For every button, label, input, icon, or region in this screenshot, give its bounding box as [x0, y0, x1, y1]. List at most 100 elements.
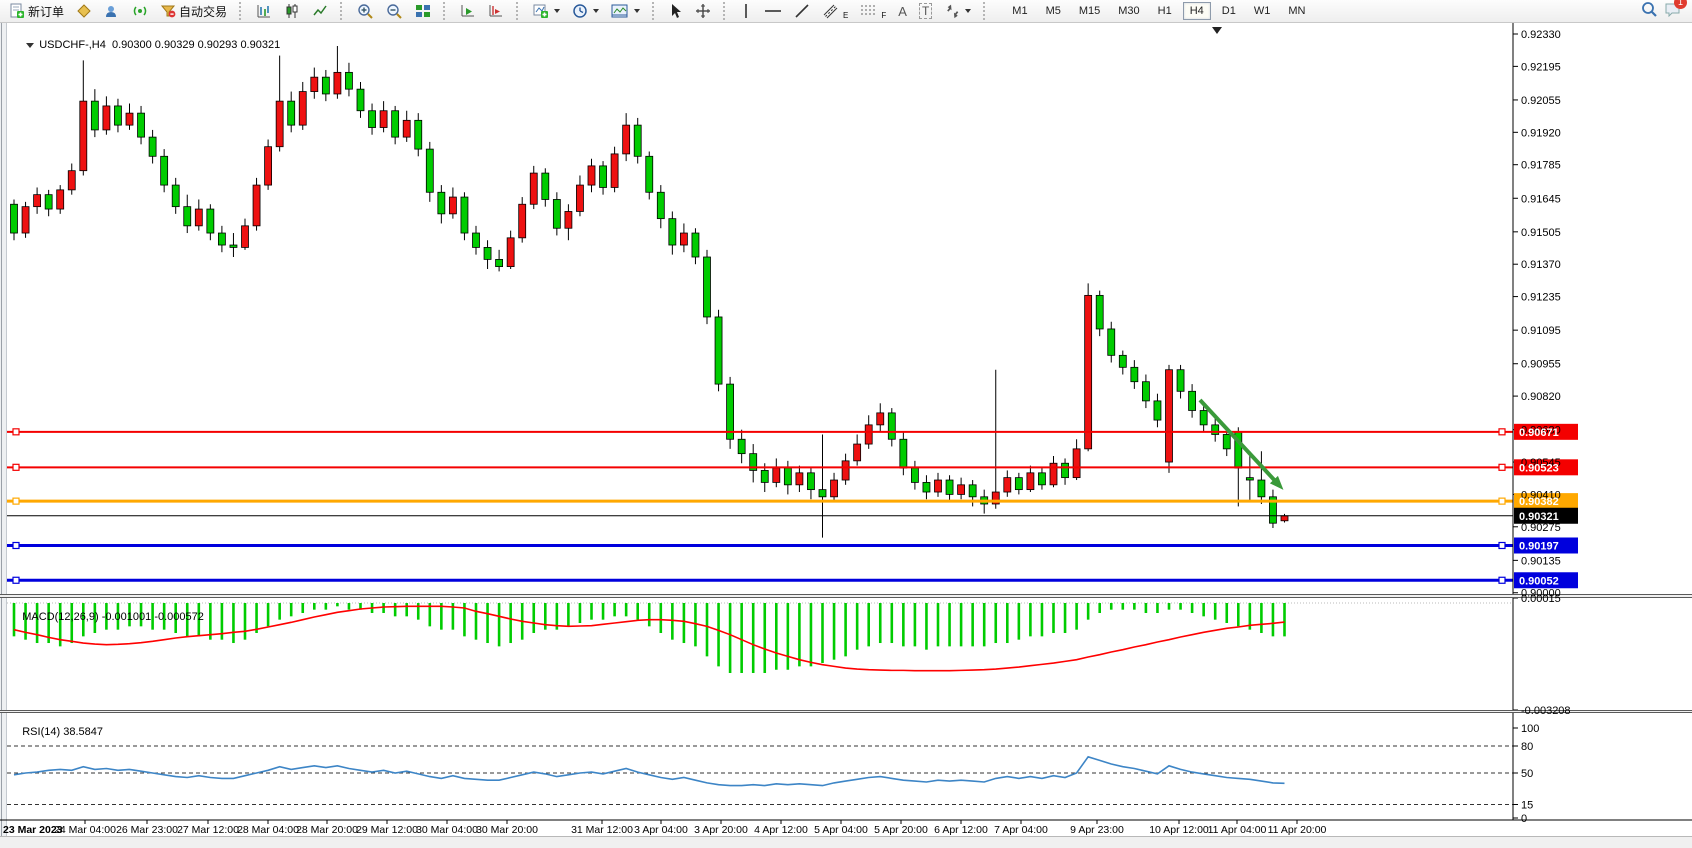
line-handle [1499, 498, 1505, 504]
timeframe-m1[interactable]: M1 [1005, 2, 1034, 20]
chart-ohlc-values: 0.90300 0.90329 0.90293 0.90321 [112, 39, 280, 51]
indicators-button[interactable] [528, 1, 565, 21]
rsi-value: 38.5847 [63, 726, 103, 738]
fibo-sub-glyph: F [881, 11, 886, 20]
dropdown-caret [593, 9, 599, 13]
line-handle [1499, 577, 1505, 583]
svg-text:30 Mar 20:00: 30 Mar 20:00 [476, 824, 538, 836]
equidistant-channel-tool-button[interactable]: E [817, 1, 853, 21]
svg-text:11 Apr 20:00: 11 Apr 20:00 [1268, 824, 1327, 836]
auto-trading-button[interactable]: 自动交易 [155, 1, 232, 21]
dropdown-caret [965, 9, 971, 13]
signals-button[interactable] [127, 1, 153, 21]
arrows-tool-button[interactable] [939, 1, 976, 21]
trendline-icon [794, 3, 810, 19]
macd-values: -0.001001 -0.000572 [102, 611, 204, 623]
channel-icon [822, 3, 840, 19]
timeframe-d1[interactable]: D1 [1215, 2, 1243, 20]
candlestick-mode-button[interactable] [279, 1, 305, 21]
fibonacci-icon [860, 3, 878, 19]
chart-symbol-label: USDCHF-,H4 [39, 39, 106, 51]
search-icon[interactable] [1640, 0, 1658, 23]
new-order-label: 新订单 [28, 3, 64, 20]
svg-text:0: 0 [1521, 813, 1527, 825]
bar-chart-mode-button[interactable] [251, 1, 277, 21]
timeframes-button[interactable] [567, 1, 604, 21]
svg-text:0.92330: 0.92330 [1521, 29, 1561, 41]
fibonacci-tool-button[interactable]: F [855, 1, 891, 21]
chart-shift-icon [488, 3, 504, 19]
symbol-dropdown-icon[interactable] [26, 43, 34, 48]
chart-shift-button[interactable] [483, 1, 509, 21]
svg-text:0.90382: 0.90382 [1519, 496, 1559, 508]
text-label-tool-button[interactable]: T [914, 1, 937, 21]
svg-text:0.91645: 0.91645 [1521, 193, 1561, 205]
toolbar-grip [516, 2, 523, 20]
data-window-button[interactable] [99, 1, 125, 21]
svg-text:4 Apr 12:00: 4 Apr 12:00 [754, 824, 808, 836]
svg-text:3 Apr 04:00: 3 Apr 04:00 [634, 824, 688, 836]
auto-trading-icon [160, 3, 176, 19]
svg-text:0.90955: 0.90955 [1521, 359, 1561, 371]
horizontal-line-icon [764, 3, 782, 19]
vertical-line-icon [740, 3, 752, 19]
svg-text:29 Mar 12:00: 29 Mar 12:00 [356, 824, 418, 836]
templates-button[interactable] [606, 1, 645, 21]
new-order-button[interactable]: 新订单 [4, 1, 69, 21]
svg-text:0.90820: 0.90820 [1521, 391, 1561, 403]
tile-windows-button[interactable] [410, 1, 436, 21]
vertical-line-tool-button[interactable] [735, 1, 757, 21]
svg-text:0.90321: 0.90321 [1519, 511, 1559, 523]
svg-text:10 Apr 12:00: 10 Apr 12:00 [1149, 824, 1209, 836]
svg-text:24 Mar 04:00: 24 Mar 04:00 [54, 824, 116, 836]
cursor-tool-button[interactable] [664, 1, 688, 21]
notification-badge: 1 [1674, 0, 1687, 9]
svg-text:0.90275: 0.90275 [1521, 522, 1561, 534]
market-watch-button[interactable] [71, 1, 97, 21]
auto-scroll-icon [460, 3, 476, 19]
svg-text:100: 100 [1521, 723, 1539, 735]
svg-text:-0.003208: -0.003208 [1521, 705, 1571, 717]
svg-text:0.91235: 0.91235 [1521, 292, 1561, 304]
dropdown-caret [634, 9, 640, 13]
notifications-button[interactable]: 1 [1664, 1, 1682, 22]
indicators-icon [533, 3, 549, 19]
zoom-in-button[interactable] [352, 1, 379, 21]
zoom-out-button[interactable] [381, 1, 408, 21]
timeframe-m15[interactable]: M15 [1072, 2, 1107, 20]
timeframe-mn[interactable]: MN [1281, 2, 1312, 20]
line-handle [13, 577, 19, 583]
line-chart-mode-button[interactable] [307, 1, 333, 21]
timeframe-m5[interactable]: M5 [1039, 2, 1068, 20]
toolbar-grip [239, 2, 246, 20]
svg-text:0.91920: 0.91920 [1521, 127, 1561, 139]
svg-text:0.90671: 0.90671 [1519, 427, 1559, 439]
crosshair-icon [695, 3, 711, 19]
macd-name: MACD(12,26,9) [22, 611, 98, 623]
horizontal-line-tool-button[interactable] [759, 1, 787, 21]
signal-icon [132, 3, 148, 19]
chart-canvas[interactable]: 0.923300.921950.920550.919200.917850.916… [0, 23, 1692, 848]
macd-label: MACD(12,26,9) -0.001001 -0.000572 [10, 599, 204, 635]
line-chart-icon [312, 3, 328, 19]
toolbar-grip [443, 2, 450, 20]
svg-text:30 Mar 04:00: 30 Mar 04:00 [416, 824, 478, 836]
line-handle [13, 464, 19, 470]
svg-text:27 Mar 12:00: 27 Mar 12:00 [177, 824, 239, 836]
cursor-icon [669, 3, 683, 19]
line-handle [13, 429, 19, 435]
arrows-icon [944, 3, 960, 19]
timeframe-m30[interactable]: M30 [1111, 2, 1146, 20]
svg-text:5 Apr 04:00: 5 Apr 04:00 [814, 824, 868, 836]
timeframe-h1[interactable]: H1 [1151, 2, 1179, 20]
crosshair-tool-button[interactable] [690, 1, 716, 21]
trendline-tool-button[interactable] [789, 1, 815, 21]
text-tool-button[interactable]: A [893, 1, 912, 21]
auto-scroll-button[interactable] [455, 1, 481, 21]
timeframe-w1[interactable]: W1 [1247, 2, 1278, 20]
svg-text:0.00015: 0.00015 [1521, 593, 1561, 605]
timeframe-h4[interactable]: H4 [1183, 2, 1211, 20]
tile-windows-icon [415, 3, 431, 19]
toolbar-grip [340, 2, 347, 20]
svg-text:28 Mar 04:00: 28 Mar 04:00 [237, 824, 299, 836]
